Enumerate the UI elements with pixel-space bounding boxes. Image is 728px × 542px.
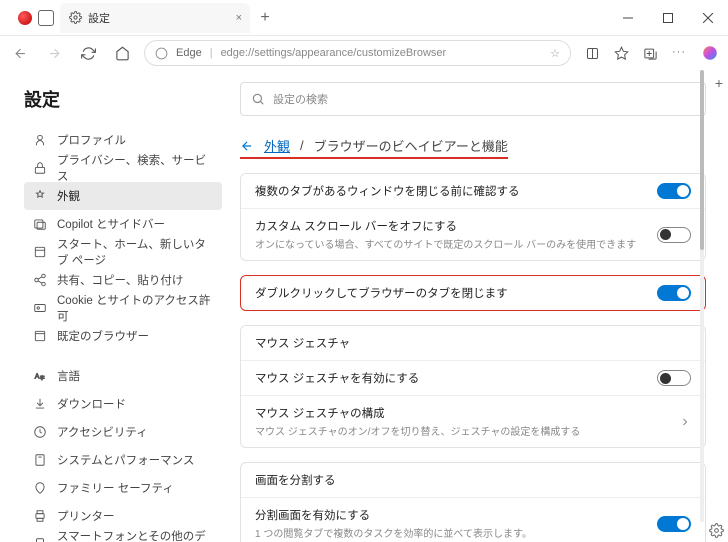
settings-row[interactable]: マウス ジェスチャの構成マウス ジェスチャのオン/オフを切り替え、ジェスチャの設… (241, 396, 705, 447)
settings-title: 設定 (24, 86, 222, 112)
new-tab-button[interactable]: + (250, 3, 280, 33)
copilot-icon[interactable] (700, 43, 720, 63)
toggle-switch[interactable] (657, 227, 691, 243)
nav-icon (32, 161, 47, 176)
toggle-switch[interactable] (657, 285, 691, 301)
nav-icon (32, 329, 47, 344)
settings-row: 分割画面を有効にする1 つの閲覧タブで複数のタスクを効率的に並べて表示します。 (241, 498, 705, 542)
sidebar-item[interactable]: プロファイル (24, 126, 222, 154)
toggle-switch[interactable] (657, 370, 691, 386)
sidebar-add-button[interactable]: + (712, 76, 726, 90)
breadcrumb: 外観 / ブラウザーのビヘイビアーと機能 (240, 136, 508, 159)
breadcrumb-parent[interactable]: 外観 (264, 136, 290, 155)
gear-icon (68, 11, 82, 25)
edge-icon (155, 47, 168, 60)
forward-button (42, 41, 66, 65)
sidebar-settings-icon[interactable] (709, 523, 724, 538)
back-button[interactable] (8, 41, 32, 65)
tab-title: 設定 (88, 10, 110, 26)
url-text: edge://settings/appearance/customizeBrow… (221, 47, 543, 59)
svg-text:A: A (34, 373, 39, 380)
home-button[interactable] (110, 41, 134, 65)
breadcrumb-back-icon[interactable] (240, 139, 254, 153)
settings-row: マウス ジェスチャを有効にする (241, 361, 705, 396)
nav-icon (32, 453, 47, 468)
search-placeholder: 設定の検索 (273, 91, 328, 107)
extension-icon[interactable] (585, 46, 600, 61)
settings-row: 複数のタブがあるウィンドウを閉じる前に確認する (241, 174, 705, 209)
sidebar-item[interactable]: 共有、コピー、貼り付け (24, 266, 222, 294)
settings-search[interactable]: 設定の検索 (240, 82, 706, 116)
settings-row: マウス ジェスチャ (241, 326, 705, 361)
url-brand: Edge (176, 47, 202, 59)
nav-icon (32, 273, 47, 288)
nav-icon (32, 481, 47, 496)
sidebar-item[interactable]: A字言語 (24, 362, 222, 390)
nav-icon (32, 509, 47, 524)
sidebar-item[interactable]: アクセシビリティ (24, 418, 222, 446)
tabstrip-icon[interactable] (38, 10, 54, 26)
tab-close-button[interactable]: × (236, 12, 242, 24)
favorite-icon[interactable]: ☆ (550, 47, 560, 60)
sidebar-item[interactable]: 外観 (24, 182, 222, 210)
sidebar-item[interactable]: 既定のブラウザー (24, 322, 222, 350)
favorites-icon[interactable] (614, 46, 629, 61)
sidebar-item[interactable]: ファミリー セーフティ (24, 474, 222, 502)
chevron-right-icon (679, 416, 691, 428)
nav-icon (32, 301, 47, 316)
sidebar-item[interactable]: Cookie とサイトのアクセス許可 (24, 294, 222, 322)
app-icon (18, 11, 32, 25)
settings-row: ダブルクリックしてブラウザーのタブを閉じます (241, 276, 705, 310)
toggle-switch[interactable] (657, 516, 691, 532)
nav-icon (32, 537, 47, 542)
maximize-button[interactable] (648, 0, 688, 36)
sidebar-item[interactable]: スマートフォンとその他のデバイス (24, 530, 222, 542)
nav-icon (32, 397, 47, 412)
search-icon (251, 92, 265, 106)
nav-icon (32, 245, 47, 260)
nav-icon (32, 217, 47, 232)
menu-icon[interactable]: ··· (672, 46, 686, 61)
settings-row: 画面を分割する (241, 463, 705, 498)
sidebar-item[interactable]: Copilot とサイドバー (24, 210, 222, 238)
sidebar-item[interactable]: スタート、ホーム、新しいタブ ページ (24, 238, 222, 266)
svg-text:字: 字 (40, 375, 45, 381)
collections-icon[interactable] (643, 46, 658, 61)
nav-icon: A字 (32, 369, 47, 384)
scrollbar[interactable] (700, 70, 704, 522)
breadcrumb-current: ブラウザーのビヘイビアーと機能 (314, 136, 508, 155)
minimize-button[interactable] (608, 0, 648, 36)
address-bar[interactable]: Edge | edge://settings/appearance/custom… (144, 40, 571, 66)
nav-icon (32, 133, 47, 148)
toggle-switch[interactable] (657, 183, 691, 199)
sidebar-item[interactable]: プライバシー、検索、サービス (24, 154, 222, 182)
refresh-button[interactable] (76, 41, 100, 65)
settings-row: カスタム スクロール バーをオフにするオンになっている場合、すべてのサイトで既定… (241, 209, 705, 260)
nav-icon (32, 189, 47, 204)
sidebar-item[interactable]: ダウンロード (24, 390, 222, 418)
sidebar-item[interactable]: システムとパフォーマンス (24, 446, 222, 474)
nav-icon (32, 425, 47, 440)
tab-settings[interactable]: 設定 × (60, 3, 250, 33)
close-window-button[interactable] (688, 0, 728, 36)
sidebar-item[interactable]: プリンター (24, 502, 222, 530)
